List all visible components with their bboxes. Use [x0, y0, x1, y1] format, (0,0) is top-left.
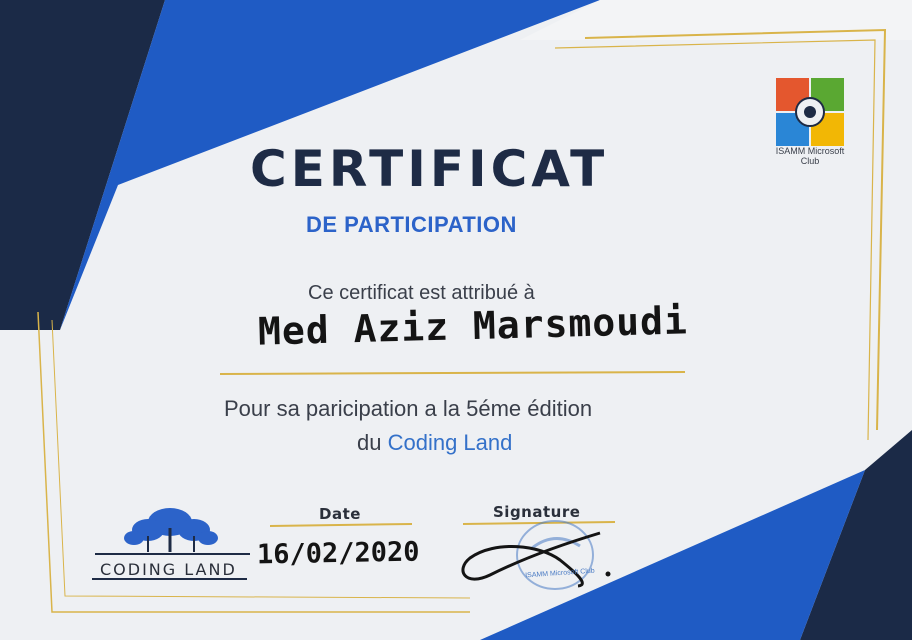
signature-label: Signature — [493, 503, 581, 521]
participation-event-line: du Coding Land — [357, 430, 512, 456]
date-label: Date — [319, 505, 361, 523]
club-logo-name: ISAMM Microsoft Club — [775, 146, 845, 166]
certificate-title: CERTIFICAT — [250, 140, 609, 198]
participation-reason: Pour sa paricipation a la 5éme édition — [224, 396, 593, 421]
certificate-intro: Ce certificat est attribué à — [308, 282, 535, 304]
certificate-subtitle: DE PARTICIPATION — [306, 212, 517, 237]
signature-dot — [605, 571, 611, 577]
event-name: Coding Land — [387, 430, 513, 455]
event-logo-text: CODING LAND — [100, 560, 237, 579]
date-value: 16/02/2020 — [256, 536, 420, 571]
event-prefix: du — [357, 430, 388, 455]
